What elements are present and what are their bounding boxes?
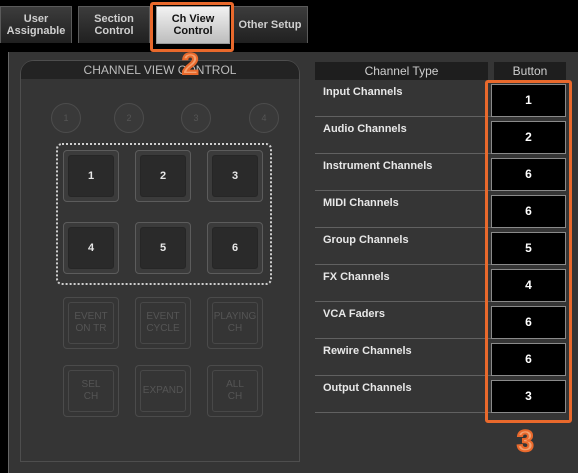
channel-view-button-3[interactable]: 3 <box>207 150 263 202</box>
callout-number: 3 <box>516 425 535 458</box>
section-title: CHANNEL VIEW CONTROL <box>21 61 299 79</box>
channel-view-button-4[interactable]: 4 <box>63 222 119 274</box>
channel-indicator-3: 3 <box>181 103 211 133</box>
channel-view-button-6[interactable]: 6 <box>207 222 263 274</box>
button-label: SEL CH <box>68 370 114 412</box>
channel-type-label: Audio Channels <box>323 123 407 135</box>
channel-view-button-2[interactable]: 2 <box>135 150 191 202</box>
table-row: Group Channels <box>315 228 491 265</box>
channel-type-label: Group Channels <box>323 234 409 246</box>
button-header: Button <box>494 62 566 80</box>
channel-type-label: Output Channels <box>323 382 412 394</box>
channel-type-label: Instrument Channels <box>323 160 433 172</box>
button-label: 1 <box>68 155 114 197</box>
tab-bar: User Assignable Section Control Ch View … <box>0 0 578 52</box>
table-row: Audio Channels <box>315 117 491 154</box>
channel-type-label: MIDI Channels <box>323 197 399 209</box>
table-row: Output Channels <box>315 376 491 413</box>
channel-type-header: Channel Type <box>315 62 488 80</box>
channel-indicator-2: 2 <box>114 103 144 133</box>
button-label: 3 <box>212 155 258 197</box>
all-ch-button: ALL CH <box>207 365 263 417</box>
tab-label: Section Control <box>94 13 134 37</box>
channel-type-label: FX Channels <box>323 271 390 283</box>
event-on-track-button: EVENT ON TR <box>63 297 119 349</box>
channel-indicator-1: 1 <box>51 103 81 133</box>
tab-section-control[interactable]: Section Control <box>78 6 150 43</box>
tab-label: Other Setup <box>238 19 302 31</box>
channel-type-label: VCA Faders <box>323 308 385 320</box>
channel-type-label: Rewire Channels <box>323 345 412 357</box>
button-label: EVENT ON TR <box>68 302 114 344</box>
table-row: Rewire Channels <box>315 339 491 376</box>
expand-button: EXPAND <box>135 365 191 417</box>
tab-highlight-frame <box>150 2 234 52</box>
button-label: 4 <box>68 227 114 269</box>
button-label: ALL CH <box>212 370 258 412</box>
table-row: Input Channels <box>315 80 491 117</box>
channel-indicator-4: 4 <box>249 103 279 133</box>
tab-user-assignable[interactable]: User Assignable <box>0 6 72 43</box>
channel-view-control-section: CHANNEL VIEW CONTROL 1 2 3 4 1 2 3 4 5 6… <box>20 60 300 462</box>
channel-type-label: Input Channels <box>323 86 403 98</box>
table-row: VCA Faders <box>315 302 491 339</box>
button-label: 5 <box>140 227 186 269</box>
button-label: EXPAND <box>140 370 186 412</box>
button-label: PLAYING CH <box>212 302 258 344</box>
table-row: Instrument Channels <box>315 154 491 191</box>
tab-label: User Assignable <box>6 13 66 37</box>
callout-number: 2 <box>181 48 200 81</box>
channel-view-button-5[interactable]: 5 <box>135 222 191 274</box>
button-label: 6 <box>212 227 258 269</box>
channel-view-button-1[interactable]: 1 <box>63 150 119 202</box>
tab-other-setup[interactable]: Other Setup <box>232 6 308 43</box>
playing-ch-button: PLAYING CH <box>207 297 263 349</box>
button-label: EVENT CYCLE <box>140 302 186 344</box>
table-row: FX Channels <box>315 265 491 302</box>
button-label: 2 <box>140 155 186 197</box>
button-column-highlight <box>485 80 572 423</box>
event-cycle-button: EVENT CYCLE <box>135 297 191 349</box>
sel-ch-button: SEL CH <box>63 365 119 417</box>
table-row: MIDI Channels <box>315 191 491 228</box>
